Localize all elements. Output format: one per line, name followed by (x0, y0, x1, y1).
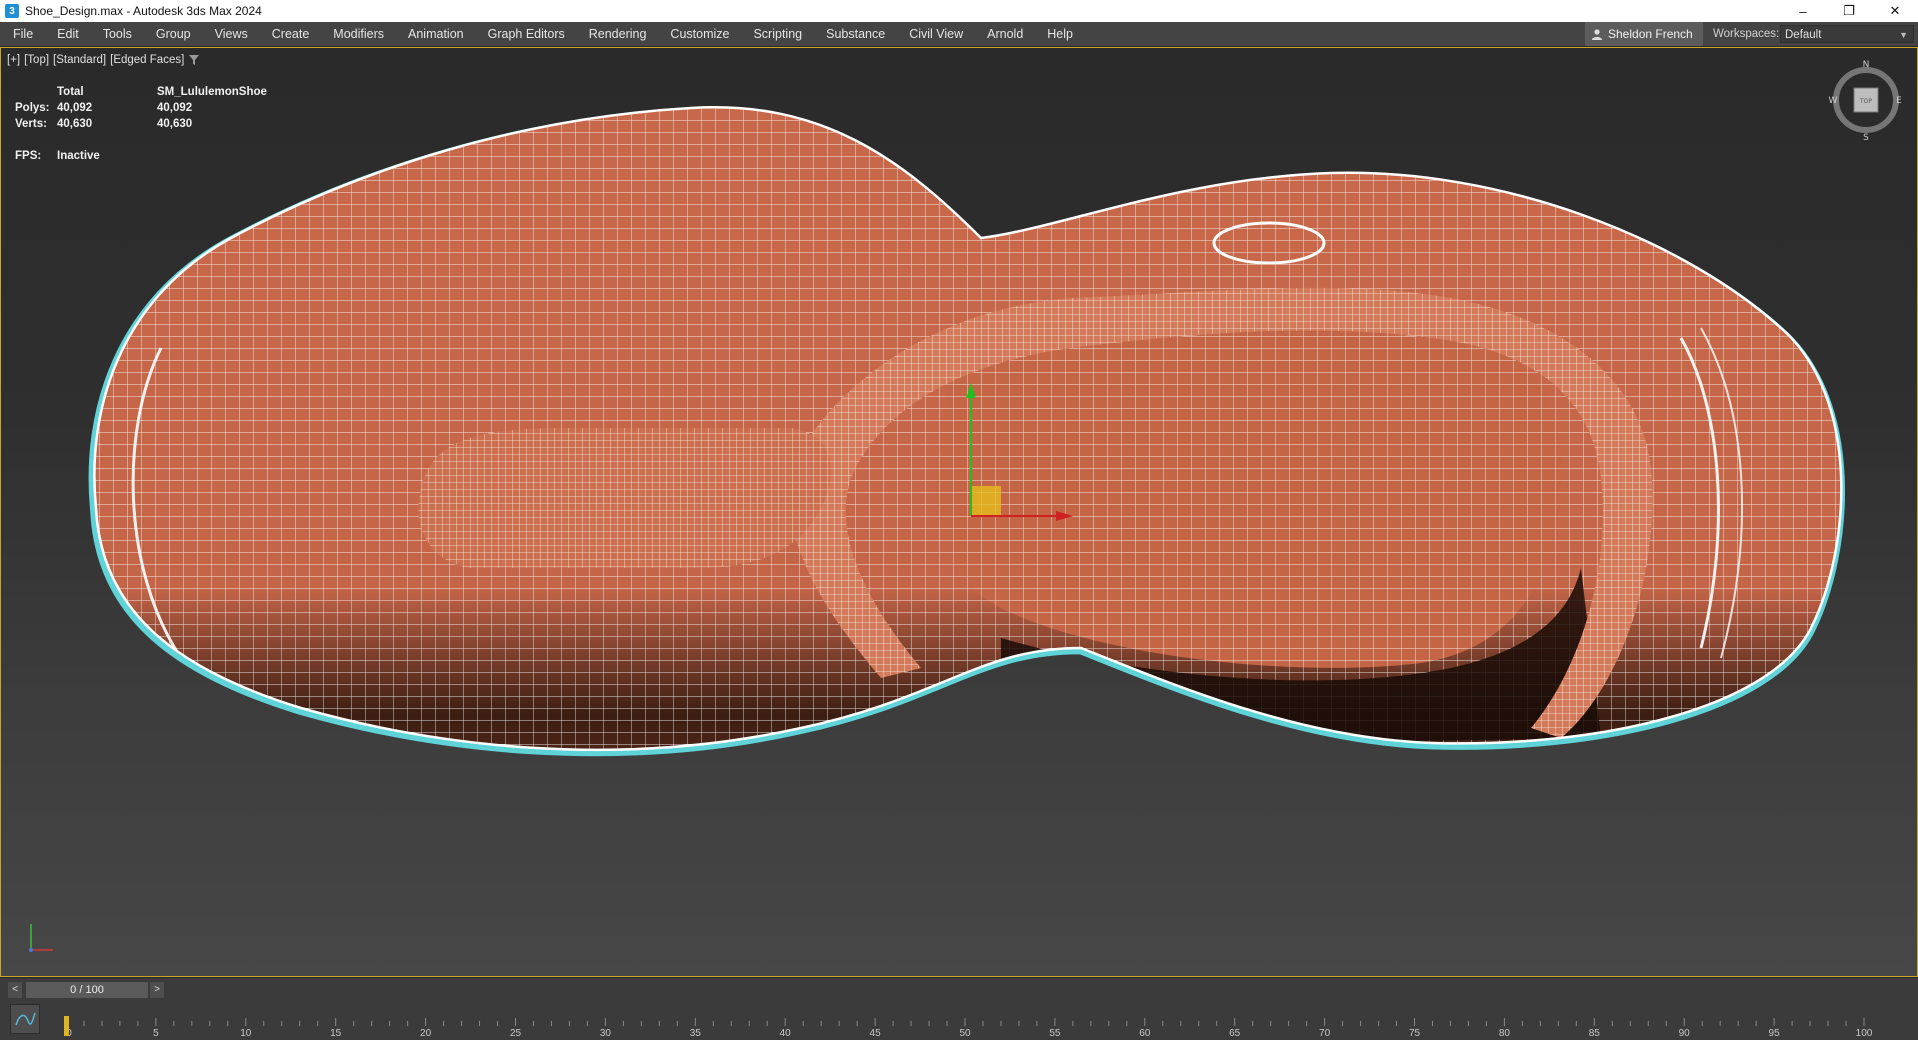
chevron-down-icon: ▼ (1899, 30, 1908, 40)
menu-group[interactable]: Group (144, 22, 203, 46)
fps-label: FPS: (15, 150, 42, 162)
window-controls: – ❐ ✕ (1780, 0, 1918, 22)
compass-east: E (1896, 96, 1902, 106)
fps-value: Inactive (57, 150, 100, 162)
polys-object: 40,092 (157, 102, 193, 114)
ruler-tick-label: 60 (1139, 1028, 1151, 1039)
ruler-tick-label: 35 (690, 1028, 702, 1039)
menu-graph-editors[interactable]: Graph Editors (476, 22, 577, 46)
viewcube[interactable]: TOP N S W E (1829, 58, 1903, 142)
frame-ruler[interactable]: 0510152025303540455055606570758085909510… (0, 1002, 1918, 1040)
window-title: Shoe_Design.max - Autodesk 3ds Max 2024 (25, 4, 262, 18)
polys-total: 40,092 (57, 102, 93, 114)
filter-icon[interactable] (188, 54, 200, 66)
ruler-tick-label: 5 (153, 1028, 159, 1039)
menu-arnold[interactable]: Arnold (975, 22, 1035, 46)
menu-edit[interactable]: Edit (45, 22, 91, 46)
verts-total: 40,630 (57, 118, 93, 130)
menu-civil-view[interactable]: Civil View (897, 22, 975, 46)
ruler-tick-label: 25 (510, 1028, 522, 1039)
menu-tools[interactable]: Tools (91, 22, 144, 46)
time-slider[interactable]: 0 / 100 (26, 982, 148, 998)
menu-animation[interactable]: Animation (396, 22, 476, 46)
user-name: Sheldon French (1608, 27, 1693, 41)
compass-north: N (1863, 60, 1870, 70)
ruler-tick-label: 30 (600, 1028, 612, 1039)
ruler-tick-label: 70 (1319, 1028, 1331, 1039)
restore-button[interactable]: ❐ (1826, 0, 1872, 22)
verts-object: 40,630 (157, 118, 193, 130)
current-frame-marker[interactable] (64, 1016, 69, 1036)
workspace-value: Default (1785, 29, 1822, 41)
ruler-tick-label: 40 (780, 1028, 792, 1039)
user-account-button[interactable]: Sheldon French (1585, 22, 1703, 46)
world-axis-icon (29, 924, 53, 952)
menu-customize[interactable]: Customize (658, 22, 741, 46)
menu-file[interactable]: File (0, 22, 45, 46)
menu-modifiers[interactable]: Modifiers (321, 22, 396, 46)
ruler-tick-label: 85 (1589, 1028, 1601, 1039)
ruler-tick-label: 50 (959, 1028, 971, 1039)
viewport-top[interactable]: [+] [Top] [Standard] [Edged Faces] Total… (0, 47, 1918, 977)
eyelet-bottom (1212, 726, 1326, 750)
viewport-pov-menu[interactable]: [Top] (24, 54, 49, 66)
workspaces-label: Workspaces: (1713, 28, 1780, 40)
statistics-overlay: Total SM_LululemonShoe Polys: 40,092 40,… (15, 84, 297, 164)
viewport-shading-menu[interactable]: [Edged Faces] (110, 54, 184, 66)
ruler-tick-label: 55 (1049, 1028, 1061, 1039)
menu-scripting[interactable]: Scripting (741, 22, 814, 46)
verts-label: Verts: (15, 118, 47, 130)
next-frame-button[interactable]: > (150, 982, 164, 998)
viewport-shading-standard[interactable]: [Standard] (53, 54, 106, 66)
ruler-tick-label: 65 (1229, 1028, 1241, 1039)
ruler-tick-label: 100 (1856, 1028, 1873, 1039)
compass-south: S (1863, 133, 1869, 142)
menu-bar: File Edit Tools Group Views Create Modif… (0, 22, 1918, 47)
compass-west: W (1829, 96, 1838, 106)
workspace-select[interactable]: Default ▼ (1780, 25, 1914, 43)
title-bar: 3 Shoe_Design.max - Autodesk 3ds Max 202… (0, 0, 1918, 22)
ruler-tick-label: 20 (420, 1028, 432, 1039)
ruler-tick-label: 95 (1769, 1028, 1781, 1039)
viewport-general-menu[interactable]: [+] (7, 54, 20, 66)
menu-help[interactable]: Help (1035, 22, 1085, 46)
prev-frame-button[interactable]: < (8, 982, 22, 998)
user-icon (1592, 29, 1602, 40)
close-button[interactable]: ✕ (1872, 0, 1918, 22)
minimize-button[interactable]: – (1780, 0, 1826, 22)
stats-header-object: SM_LululemonShoe (157, 86, 267, 98)
ruler-tick-label: 10 (240, 1028, 252, 1039)
menu-rendering[interactable]: Rendering (577, 22, 659, 46)
ruler-tick-label: 80 (1499, 1028, 1511, 1039)
app-icon: 3 (5, 4, 19, 18)
menu-substance[interactable]: Substance (814, 22, 897, 46)
time-slider-bar: < 0 / 100 > (0, 977, 1918, 1003)
menu-views[interactable]: Views (203, 22, 260, 46)
viewcube-face-label[interactable]: TOP (1859, 98, 1872, 105)
ruler-tick-label: 75 (1409, 1028, 1421, 1039)
ruler-tick-label: 15 (330, 1028, 342, 1039)
stats-header-total: Total (57, 86, 84, 98)
ruler-tick-label: 45 (870, 1028, 882, 1039)
polys-label: Polys: (15, 102, 50, 114)
viewport-label[interactable]: [+] [Top] [Standard] [Edged Faces] (7, 54, 200, 66)
ruler-tick-label: 90 (1679, 1028, 1691, 1039)
shoe-mesh[interactable] (1, 48, 1917, 976)
menu-create[interactable]: Create (260, 22, 322, 46)
